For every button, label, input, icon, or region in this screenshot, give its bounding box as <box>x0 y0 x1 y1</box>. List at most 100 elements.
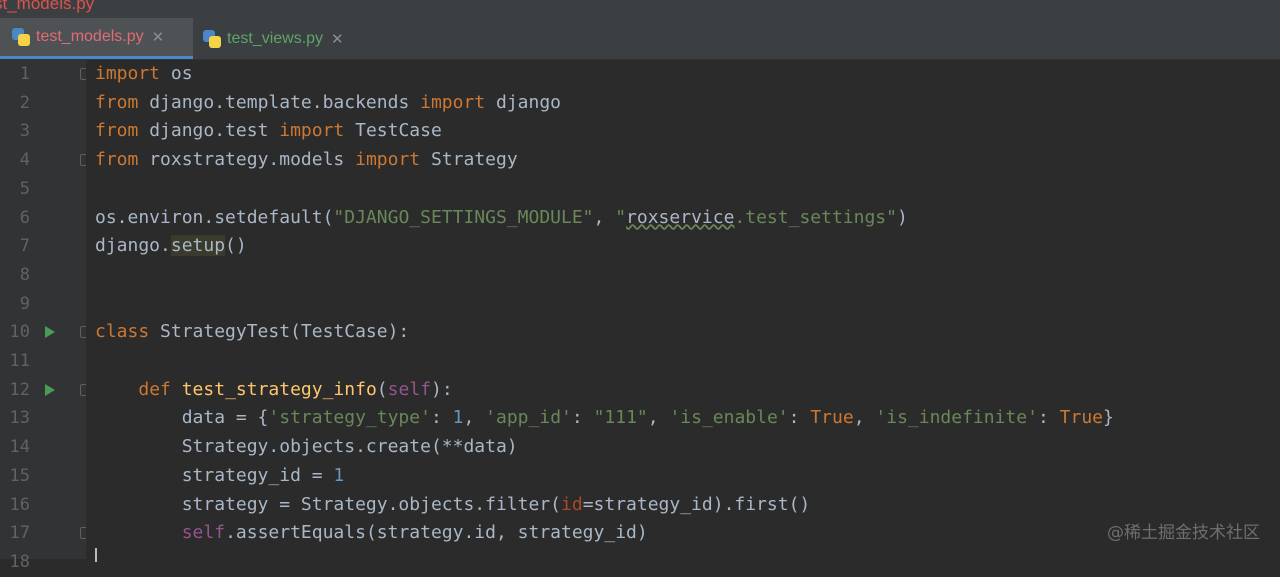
line-number: 4 <box>19 150 30 171</box>
code-token: } <box>1103 407 1114 429</box>
watermark: @稀土掘金技术社区 <box>1107 523 1260 543</box>
python-file-icon <box>12 28 30 46</box>
line-number: 18 <box>9 551 30 572</box>
code-token: class <box>95 321 150 343</box>
code-token: roxservice <box>626 206 735 228</box>
code-line: os.environ.setdefault("DJANGO_SETTINGS_M… <box>95 204 908 233</box>
code-editor[interactable]: import os from django.template.backends i… <box>86 60 1280 559</box>
code-line: strategy = Strategy.objects.filter(id=st… <box>95 491 811 520</box>
code-token: os <box>160 63 193 84</box>
editor-gutter[interactable]: 1 2 3 4 5 6 7 8 9 10 11 12 13 14 15 16 17 18 <box>0 60 90 572</box>
close-icon[interactable]: ✕ <box>331 30 344 48</box>
code-token: 1 <box>333 464 345 486</box>
code-token: roxstrategy.models <box>138 149 356 171</box>
code-token: django.test <box>138 120 280 142</box>
code-line: class StrategyTest(TestCase): <box>95 318 409 347</box>
code-token: , <box>853 407 876 429</box>
code-token: True <box>810 407 854 429</box>
code-token: "DJANGO_SETTINGS_MODULE" <box>333 206 594 228</box>
code-token: import <box>95 63 161 84</box>
code-token: import <box>355 149 421 171</box>
code-token: data = { <box>95 407 269 429</box>
line-number: 9 <box>19 293 30 314</box>
line-number: 11 <box>9 351 30 371</box>
code-token: django.template.backends <box>138 91 421 113</box>
code-token: : <box>430 407 453 429</box>
tab-label: test_views.py <box>227 29 324 47</box>
code-line: from django.test import TestCase <box>95 117 442 146</box>
line-number: 17 <box>9 523 30 544</box>
code-line: import os <box>95 60 193 89</box>
code-token: django <box>485 91 562 113</box>
line-number: 8 <box>19 264 30 285</box>
code-token: 'is_indefinite' <box>875 407 1038 429</box>
code-line: django.setup() <box>95 232 247 261</box>
code-token: id <box>561 493 583 515</box>
code-token: from <box>95 91 139 113</box>
tab-test-views[interactable]: test_views.py ✕ <box>193 18 373 59</box>
code-line: self.assertEquals(strategy.id, strategy_… <box>95 519 648 548</box>
code-token: TestCase <box>344 120 442 142</box>
code-token: True <box>1059 407 1103 429</box>
code-token: Strategy.objects.create(**data) <box>95 436 518 458</box>
code-token: : <box>571 407 594 429</box>
editor-tab-bar: test_models.py ✕ test_views.py ✕ <box>0 18 1280 60</box>
code-token: =strategy_id).first() <box>582 493 811 515</box>
code-token: .test_settings" <box>734 206 897 228</box>
code-token: " <box>615 206 627 228</box>
code-token: 'strategy_type' <box>268 407 431 429</box>
code-token: ( <box>376 378 388 400</box>
code-token: from <box>95 149 139 171</box>
line-number: 5 <box>19 178 30 199</box>
code-token: test_strategy_info <box>181 378 377 400</box>
run-icon[interactable] <box>45 383 55 396</box>
run-icon[interactable] <box>45 326 55 339</box>
code-token: "111" <box>593 407 648 429</box>
line-number: 14 <box>9 437 30 458</box>
code-token: StrategyTest(TestCase): <box>149 321 410 343</box>
close-icon[interactable]: ✕ <box>152 28 165 46</box>
code-token: ) <box>896 206 908 228</box>
code-token: 'app_id' <box>485 407 572 429</box>
code-token: 'is_enable' <box>669 407 789 429</box>
code-token: , <box>463 407 486 429</box>
code-token: django. <box>95 235 171 257</box>
code-token: , <box>647 407 670 429</box>
tab-label: test_models.py <box>36 28 144 45</box>
python-file-icon <box>203 29 221 48</box>
code-token: import <box>279 120 345 142</box>
code-token: : <box>788 407 811 429</box>
line-number: 10 <box>9 322 30 343</box>
line-number: 16 <box>9 494 30 515</box>
line-number: 7 <box>19 236 30 257</box>
code-token: : <box>1037 407 1060 429</box>
line-number: 12 <box>9 379 30 400</box>
code-token: strategy = Strategy.objects.filter( <box>95 493 561 515</box>
code-line: def test_strategy_info(self): <box>95 376 453 405</box>
code-token: import <box>420 91 486 113</box>
code-token: ): <box>431 378 453 400</box>
code-token: self <box>387 378 431 400</box>
code-line: data = {'strategy_type': 1, 'app_id': "1… <box>95 404 1114 433</box>
code-line: from django.template.backends import dja… <box>95 89 561 118</box>
code-token: strategy_id = <box>95 464 334 486</box>
code-token: Strategy <box>420 149 518 171</box>
tab-test-models[interactable]: test_models.py ✕ <box>0 18 193 59</box>
code-token: from <box>95 120 139 142</box>
line-number: 15 <box>9 465 30 486</box>
line-number: 1 <box>19 64 30 84</box>
line-number: 13 <box>9 408 30 429</box>
line-number: 3 <box>19 121 30 142</box>
code-token: 1 <box>452 407 464 429</box>
line-number: 2 <box>19 92 30 113</box>
window-title: st_models.py <box>0 0 95 13</box>
code-token: self <box>181 522 226 544</box>
code-token: , <box>593 206 616 228</box>
text-cursor <box>95 548 97 562</box>
code-token: .assertEquals(strategy.id, strategy_id) <box>225 522 648 544</box>
code-token: setup <box>170 235 226 257</box>
code-token: def <box>138 378 171 400</box>
